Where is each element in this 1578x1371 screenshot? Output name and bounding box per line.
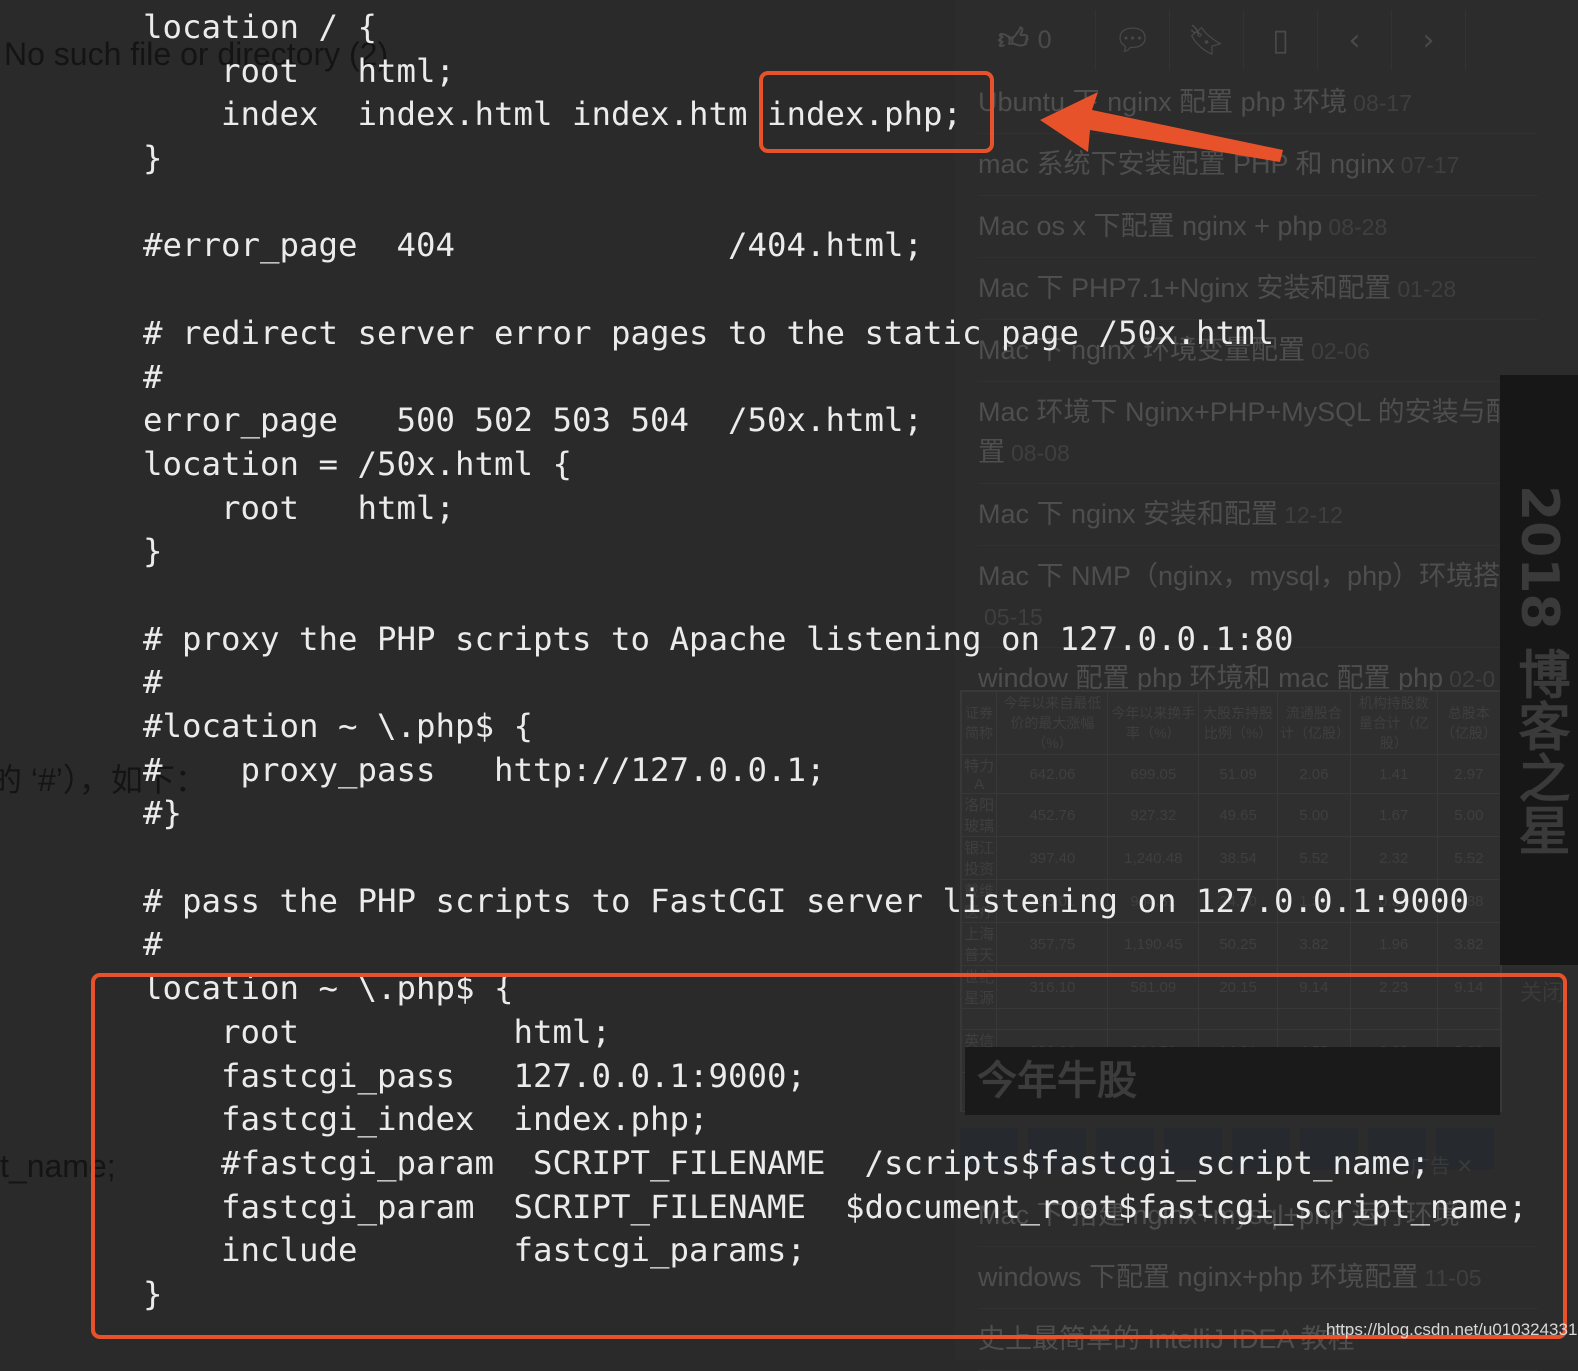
code-line: # bbox=[143, 357, 163, 396]
highlight-box-index-php bbox=[759, 71, 994, 153]
code-line: root html; bbox=[143, 488, 456, 527]
code-line: # redirect server error pages to the sta… bbox=[143, 313, 1275, 352]
code-line: # bbox=[143, 663, 163, 702]
highlight-box-php-location bbox=[91, 973, 1567, 1339]
code-line: location / { bbox=[143, 8, 378, 46]
code-line: location = /50x.html { bbox=[143, 444, 573, 483]
code-line: error_page 500 502 503 504 /50x.html; bbox=[143, 401, 924, 440]
code-line: # proxy the PHP scripts to Apache listen… bbox=[143, 619, 1294, 658]
code-line: } bbox=[143, 532, 163, 571]
watermark: https://blog.csdn.net/u010324331 bbox=[1326, 1320, 1578, 1339]
code-line: # proxy_pass http://127.0.0.1; bbox=[143, 750, 826, 789]
code-line: #} bbox=[143, 794, 183, 833]
code-line: # pass the PHP scripts to FastCGI server… bbox=[143, 881, 1470, 920]
code-line: #error_page 404 /404.html; bbox=[143, 226, 924, 265]
code-line: #location ~ \.php$ { bbox=[143, 707, 534, 745]
code-line: # bbox=[143, 925, 163, 964]
